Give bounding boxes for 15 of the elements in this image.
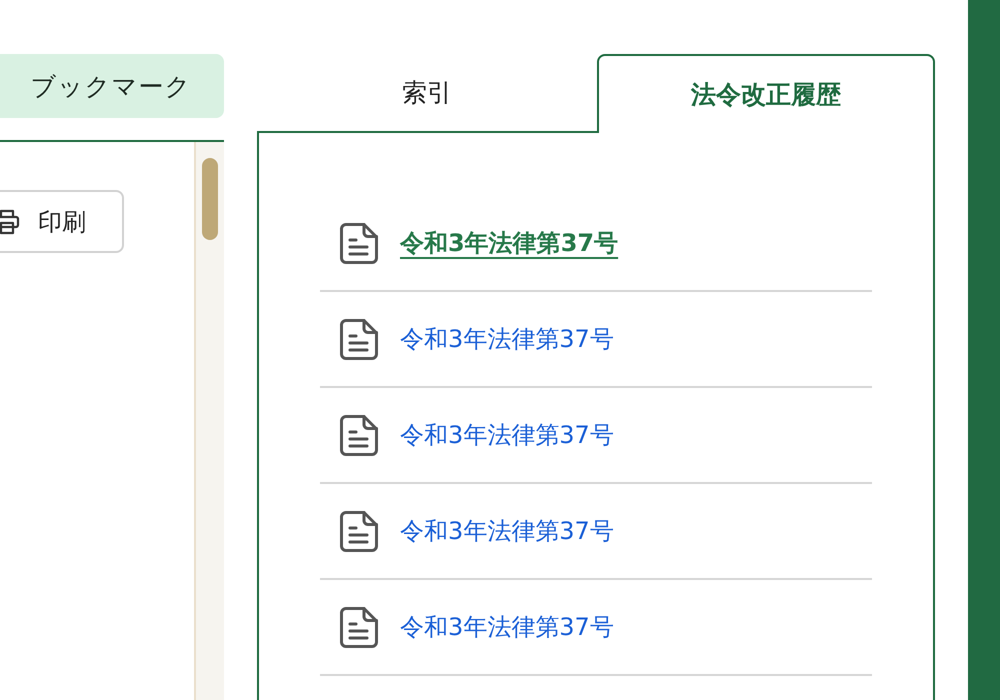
- tab[interactable]: 法令改正履歴: [597, 54, 935, 133]
- bookmark-button[interactable]: ブックマーク: [0, 54, 224, 118]
- document-icon: [340, 414, 378, 456]
- amendment-link[interactable]: 令和3年法律第37号: [400, 323, 614, 355]
- document-icon: [340, 510, 378, 552]
- document-icon: [340, 318, 378, 360]
- printer-icon: [0, 208, 20, 234]
- print-button[interactable]: 印刷: [0, 190, 124, 253]
- scrollbar-thumb[interactable]: [202, 158, 218, 240]
- document-icon: [340, 606, 378, 648]
- document-icon: [340, 222, 378, 264]
- amendment-link[interactable]: 令和3年法律第37号: [400, 611, 614, 643]
- amendment-link[interactable]: 令和3年法律第37号: [400, 515, 614, 547]
- amendment-link[interactable]: 令和3年法律第37号: [400, 419, 614, 451]
- amendment-link[interactable]: 令和3年法律第37号: [400, 227, 618, 259]
